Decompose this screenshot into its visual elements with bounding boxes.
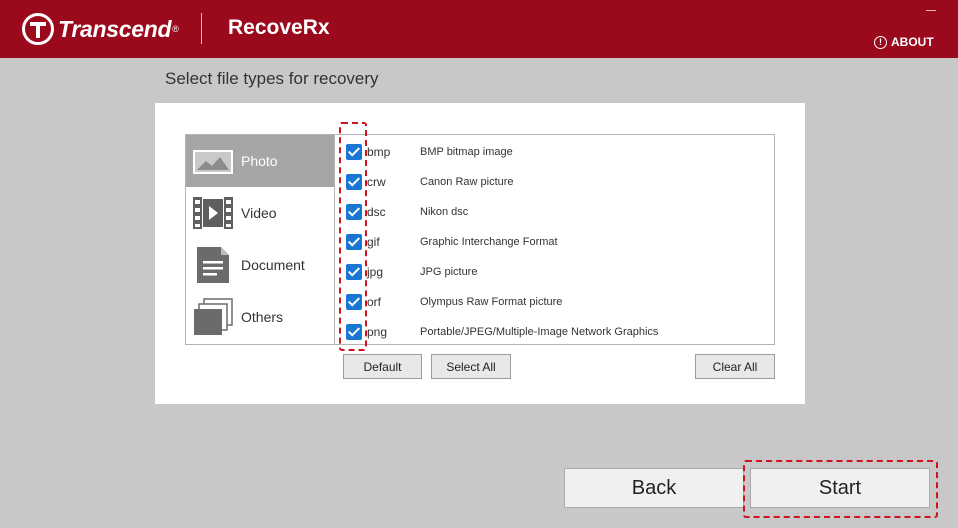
file-type-selector: Photo Video Document Others bmp BMP bitm… (185, 134, 775, 345)
category-video[interactable]: Video (186, 187, 334, 239)
file-extension: orf (367, 295, 382, 309)
registered-mark: ® (172, 24, 179, 34)
file-description: Graphic Interchange Format (420, 236, 558, 248)
default-button[interactable]: Default (343, 354, 422, 379)
select-all-button[interactable]: Select All (431, 354, 511, 379)
file-type-row[interactable]: jpg JPG picture (335, 257, 755, 287)
file-description: BMP bitmap image (420, 146, 513, 158)
clear-all-button[interactable]: Clear All (695, 354, 775, 379)
file-description: Portable/JPEG/Multiple-Image Network Gra… (420, 326, 659, 338)
category-label: Photo (241, 153, 278, 169)
header-divider (201, 13, 202, 44)
category-list: Photo Video Document Others (186, 135, 335, 344)
document-icon (191, 245, 235, 285)
info-icon: ! (874, 35, 887, 49)
file-description: Nikon dsc (420, 206, 469, 218)
about-label: ABOUT (891, 35, 934, 49)
category-document[interactable]: Document (186, 239, 334, 291)
others-icon (191, 297, 235, 337)
minimize-icon[interactable] (926, 10, 936, 11)
file-type-panel: Photo Video Document Others bmp BMP bitm… (155, 103, 805, 404)
file-extension: jpg (367, 265, 384, 279)
file-extension: bmp (367, 145, 391, 159)
category-label: Document (241, 257, 305, 273)
file-extension: crw (367, 175, 386, 189)
title-bar: Transcend ® RecoveRx ! ABOUT (0, 0, 958, 58)
file-description: Canon Raw picture (420, 176, 514, 188)
about-button[interactable]: ! ABOUT (874, 35, 934, 49)
transcend-logo-icon (22, 13, 54, 45)
file-extension: dsc (367, 205, 386, 219)
start-highlight-annotation (743, 460, 938, 518)
file-extension: png (367, 325, 388, 339)
window-controls[interactable] (926, 4, 936, 11)
category-photo[interactable]: Photo (186, 135, 334, 187)
app-name: RecoveRx (228, 16, 330, 39)
file-type-row[interactable]: crw Canon Raw picture (335, 167, 755, 197)
file-type-row[interactable]: bmp BMP bitmap image (335, 137, 755, 167)
category-others[interactable]: Others (186, 291, 334, 343)
page-title: Select file types for recovery (165, 69, 379, 88)
file-description: Olympus Raw Format picture (420, 296, 563, 308)
file-extension: gif (367, 235, 380, 249)
brand-name: Transcend (58, 15, 172, 42)
file-type-row[interactable]: png Portable/JPEG/Multiple-Image Network… (335, 317, 755, 344)
photo-icon (191, 141, 235, 181)
category-label: Others (241, 309, 284, 325)
back-button[interactable]: Back (564, 468, 744, 508)
video-icon (191, 193, 235, 233)
checkbox-highlight-annotation (339, 122, 367, 351)
file-type-list: bmp BMP bitmap image crw Canon Raw pictu… (335, 135, 774, 344)
file-type-row[interactable]: orf Olympus Raw Format picture (335, 287, 755, 317)
transcend-logo: Transcend ® (22, 13, 179, 45)
file-type-row[interactable]: dsc Nikon dsc (335, 197, 755, 227)
category-label: Video (241, 205, 277, 221)
file-type-row[interactable]: gif Graphic Interchange Format (335, 227, 755, 257)
file-description: JPG picture (420, 266, 478, 278)
